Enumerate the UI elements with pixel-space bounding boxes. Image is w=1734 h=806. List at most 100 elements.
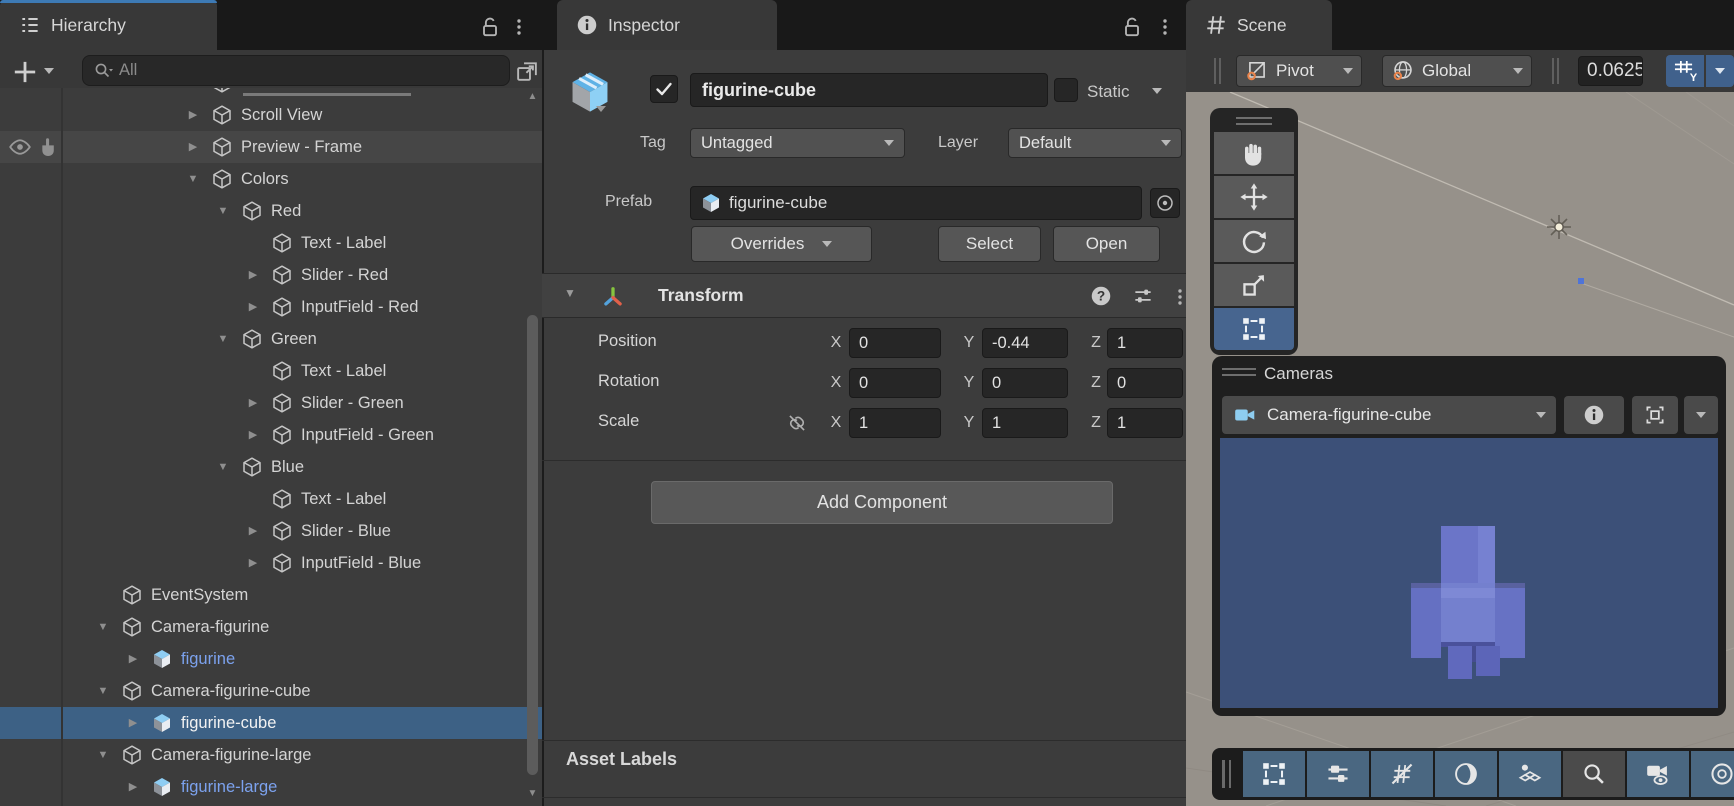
- foldout-collapsed-icon[interactable]: ▶: [245, 291, 261, 323]
- search-overlay-button[interactable]: [1563, 751, 1625, 797]
- tree-row[interactable]: ▶Preview - Frame: [0, 131, 542, 163]
- scene-viewport[interactable]: Cameras Camera-figurine-cube: [1186, 92, 1734, 806]
- foldout-collapsed-icon[interactable]: ▶: [185, 131, 201, 163]
- camera-eye-overlay-button[interactable]: [1627, 751, 1689, 797]
- foldout-expanded-icon[interactable]: ▼: [95, 739, 111, 771]
- camera-options-dropdown[interactable]: [1684, 396, 1718, 434]
- lock-icon[interactable]: [478, 14, 502, 40]
- tree-row[interactable]: Text - Label: [0, 227, 542, 259]
- rotation-z-field[interactable]: 0: [1107, 368, 1183, 398]
- tree-row[interactable]: ▶InputField - Blue: [0, 547, 542, 579]
- prefab-thumbnail-icon[interactable]: [566, 68, 614, 116]
- lock-icon[interactable]: [1120, 14, 1144, 40]
- tree-row[interactable]: Text - Label: [0, 355, 542, 387]
- tree-row-selected[interactable]: ▶figurine-cube: [0, 707, 542, 739]
- add-object-button[interactable]: [10, 58, 40, 86]
- foldout-collapsed-icon[interactable]: ▶: [245, 547, 261, 579]
- active-checkbox[interactable]: [650, 75, 678, 103]
- tree-row[interactable]: EventSystem: [0, 579, 542, 611]
- foldout-expanded-icon[interactable]: ▼: [215, 451, 231, 483]
- tree-row[interactable]: [0, 88, 542, 99]
- scale-tool-button[interactable]: [1214, 264, 1294, 306]
- tree-row[interactable]: ▼Red: [0, 195, 542, 227]
- at-circle-overlay-button[interactable]: [1691, 751, 1734, 797]
- tree-row[interactable]: ▶Scroll View: [0, 99, 542, 131]
- tree-row[interactable]: ▶InputField - Red: [0, 291, 542, 323]
- tool-settings-overlay-button[interactable]: [1307, 751, 1369, 797]
- open-button[interactable]: Open: [1053, 226, 1160, 262]
- layer-dropdown[interactable]: Default: [1008, 128, 1182, 158]
- help-icon[interactable]: ?: [1089, 284, 1113, 308]
- position-y-field[interactable]: -0.44: [982, 328, 1068, 358]
- tree-row[interactable]: ▼Blue: [0, 451, 542, 483]
- rect-tool-overlay-button[interactable]: [1243, 751, 1305, 797]
- grid-snap-dropdown[interactable]: [1706, 55, 1734, 87]
- scale-y-field[interactable]: 1: [982, 408, 1068, 438]
- tree-row[interactable]: ▼Camera-figurine: [0, 611, 542, 643]
- foldout-collapsed-icon[interactable]: ▶: [185, 99, 201, 131]
- scroll-down-arrow[interactable]: ▼: [524, 786, 541, 802]
- move-tool-button[interactable]: [1214, 176, 1294, 218]
- overrides-dropdown[interactable]: Overrides: [691, 226, 872, 262]
- rotation-y-field[interactable]: 0: [982, 368, 1068, 398]
- rotate-tool-button[interactable]: [1214, 220, 1294, 262]
- static-dropdown-icon[interactable]: [1152, 88, 1162, 94]
- foldout-collapsed-icon[interactable]: ▶: [125, 707, 141, 739]
- kebab-menu-icon[interactable]: [508, 14, 530, 40]
- add-component-button[interactable]: Add Component: [651, 481, 1113, 524]
- hierarchy-search-input[interactable]: All: [82, 55, 510, 86]
- prefab-picker-button[interactable]: [1150, 188, 1180, 218]
- grid-slash-overlay-button[interactable]: [1371, 751, 1433, 797]
- foldout-collapsed-icon[interactable]: ▶: [245, 515, 261, 547]
- hierarchy-scrollbar[interactable]: [527, 315, 538, 775]
- tag-dropdown[interactable]: Untagged: [690, 128, 905, 158]
- select-button[interactable]: Select: [938, 226, 1041, 262]
- tab-scene[interactable]: Scene: [1186, 0, 1332, 50]
- prefab-object-field[interactable]: figurine-cube: [690, 186, 1142, 220]
- object-name-field[interactable]: figurine-cube: [690, 73, 1048, 107]
- camera-frame-button[interactable]: [1632, 396, 1678, 434]
- global-toggle-button[interactable]: Global: [1382, 55, 1532, 87]
- tree-row[interactable]: ▶Slider - Blue: [0, 515, 542, 547]
- link-broken-icon[interactable]: [785, 411, 809, 435]
- tree-row[interactable]: ▶InputField - Green: [0, 419, 542, 451]
- foldout-expanded-icon[interactable]: ▼: [215, 323, 231, 355]
- foldout-collapsed-icon[interactable]: ▶: [125, 643, 141, 675]
- foldout-collapsed-icon[interactable]: ▶: [125, 771, 141, 803]
- pickability-icon[interactable]: [36, 135, 60, 159]
- foldout-collapsed-icon[interactable]: ▶: [245, 419, 261, 451]
- foldout-collapsed-icon[interactable]: ▶: [245, 259, 261, 291]
- tree-row[interactable]: ▶figurine: [0, 643, 542, 675]
- foldout-expanded-icon[interactable]: ▼: [185, 163, 201, 195]
- static-checkbox[interactable]: [1054, 78, 1078, 102]
- visibility-eye-icon[interactable]: [8, 135, 32, 159]
- camera-info-button[interactable]: [1564, 396, 1624, 434]
- foldout-expanded-icon[interactable]: ▼: [95, 611, 111, 643]
- open-new-window-icon[interactable]: [514, 58, 540, 84]
- position-z-field[interactable]: 1: [1107, 328, 1183, 358]
- thumbnail-dropdown-icon[interactable]: [596, 106, 606, 112]
- overlay-drag-handle[interactable]: [1236, 117, 1272, 129]
- pivot-toggle-button[interactable]: Pivot: [1236, 55, 1362, 87]
- sphere-overlay-button[interactable]: [1435, 751, 1497, 797]
- tree-row[interactable]: Text - Label: [0, 483, 542, 515]
- kebab-menu-icon[interactable]: [1154, 14, 1176, 40]
- presets-icon[interactable]: [1131, 284, 1155, 308]
- overlay-drag-handle[interactable]: [1222, 760, 1231, 788]
- scale-x-field[interactable]: 1: [849, 408, 941, 438]
- tree-row[interactable]: ▶Slider - Red: [0, 259, 542, 291]
- tree-row[interactable]: ▶figurine-large: [0, 771, 542, 803]
- tree-row[interactable]: ▼Camera-figurine-large: [0, 739, 542, 771]
- overlay-drag-handle[interactable]: [1222, 368, 1256, 380]
- foldout-collapsed-icon[interactable]: ▶: [245, 387, 261, 419]
- scroll-up-arrow[interactable]: ▲: [524, 89, 541, 105]
- toolbar-drag-handle[interactable]: [1214, 58, 1221, 84]
- grid-snap-button[interactable]: Y: [1666, 55, 1704, 87]
- rect-tool-button[interactable]: [1214, 308, 1294, 350]
- add-object-dropdown-icon[interactable]: [44, 68, 54, 74]
- tree-row[interactable]: ▼Colors: [0, 163, 542, 195]
- tab-hierarchy[interactable]: Hierarchy: [0, 0, 217, 50]
- rotation-x-field[interactable]: 0: [849, 368, 941, 398]
- foldout-expanded-icon[interactable]: ▼: [95, 675, 111, 707]
- transform-foldout-icon[interactable]: ▼: [564, 286, 576, 300]
